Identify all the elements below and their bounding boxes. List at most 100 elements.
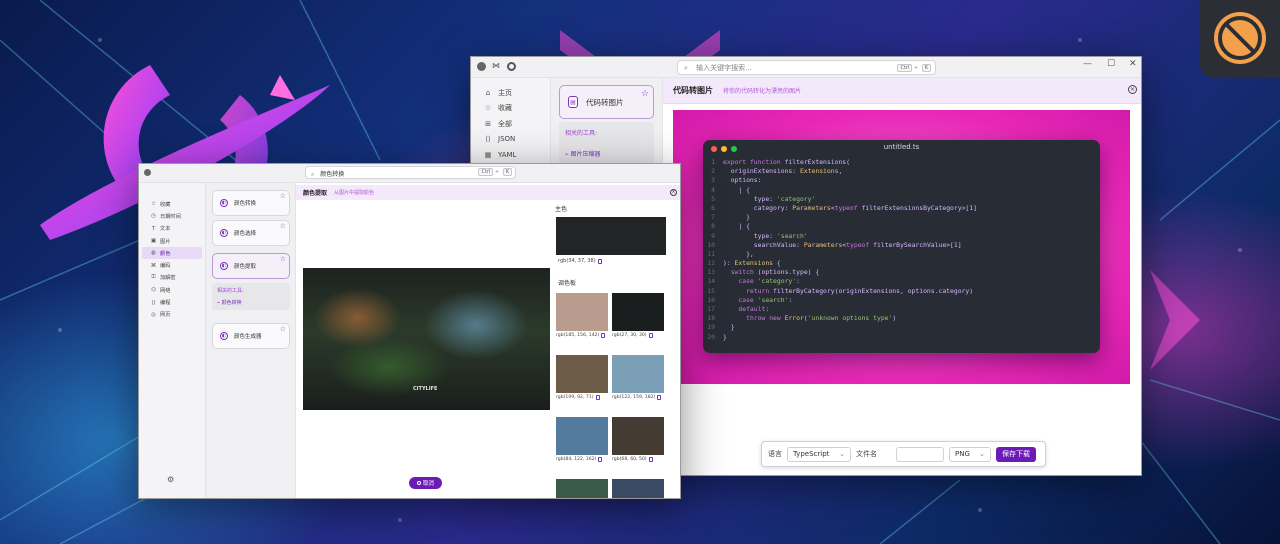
color-swatch[interactable] <box>612 293 664 331</box>
sidebar-item-code[interactable]: ⌘ 编码 <box>142 259 202 271</box>
code-text: default: <box>738 305 770 313</box>
wechat-icon[interactable] <box>144 169 151 176</box>
maximize-button[interactable]: ☐ <box>1107 59 1115 69</box>
search-icon: ⌕ <box>311 171 315 178</box>
search-input[interactable]: ⌕ 颜色转换 Ctrl + K <box>305 166 516 179</box>
json-icon: ⟨⟩ <box>485 135 491 144</box>
code-text: ): Extensions { <box>723 259 781 268</box>
palette-label: 调色板 <box>558 280 577 287</box>
sidebar-item-palette[interactable]: ◍ 颜色 <box>142 247 202 260</box>
titlebar: ⌕ 颜色转换 Ctrl + K <box>139 164 680 183</box>
close-button[interactable]: ✕ <box>1129 59 1137 69</box>
color-swatch[interactable] <box>556 417 608 455</box>
copy-icon[interactable] <box>648 333 653 338</box>
favorite-star-icon[interactable]: ☆ <box>280 192 286 200</box>
settings-icon[interactable]: ⚙ <box>167 475 174 484</box>
tool-card-2[interactable]: ◐ 颜色选择 ☆ <box>212 220 290 246</box>
copy-icon[interactable] <box>657 395 662 400</box>
code-line: 14 case 'category': <box>707 277 800 286</box>
sidebar-item-text[interactable]: T 文本 <box>142 223 202 235</box>
format-select[interactable]: PNG ⌄ <box>949 446 991 462</box>
sidebar-item-web[interactable]: ◎ 网页 <box>142 309 202 321</box>
tool-card-1[interactable]: ◐ 颜色转换 ☆ <box>212 190 290 216</box>
color-swatch[interactable] <box>612 355 664 393</box>
wechat-icon[interactable] <box>477 62 486 71</box>
sidebar-item-star[interactable]: ☆ 收藏 <box>142 198 202 210</box>
sidebar-item-calendar[interactable]: ◷ 日期时间 <box>142 210 202 222</box>
color-swatch[interactable] <box>556 355 608 393</box>
sidebar-item-network[interactable]: ⌬ 网络 <box>142 284 202 296</box>
source-image[interactable]: CITYLIFE <box>303 268 550 410</box>
code-text: originExtensions: Extensions, <box>723 167 843 176</box>
palette-item[interactable]: rgb(68, 60, 50) <box>612 417 664 462</box>
favorite-star-icon[interactable]: ☆ <box>280 325 286 333</box>
color-swatch[interactable] <box>612 479 664 498</box>
color-extract-window: ⌕ 颜色转换 Ctrl + K ☆ 收藏 ◷ 日期时间 T 文本 ▣ 图片 ◍ 颜色 ⌘ 编码 ⚿ 加解密… <box>138 163 681 499</box>
color-value: rgb(84, 122, 162) <box>556 457 608 462</box>
code-text: case 'category': <box>738 277 800 286</box>
filename-input[interactable] <box>896 446 944 462</box>
palette-item[interactable]: rgb(84, 122, 162) <box>556 417 608 462</box>
code-text: options: <box>723 176 762 185</box>
main-color-swatch[interactable] <box>556 217 666 255</box>
minimize-button[interactable]: — <box>1083 59 1092 69</box>
info-icon[interactable]: × <box>670 189 677 196</box>
palette-item[interactable] <box>556 479 608 498</box>
tool-card-4[interactable]: ◐ 颜色生成器 ☆ <box>212 323 290 349</box>
code-line: 12): Extensions { <box>707 259 781 268</box>
sidebar-item-grid[interactable]: ⊞ 全部 <box>471 116 550 132</box>
search-icon: ⌕ <box>684 64 688 72</box>
code-line: 6 category: Parameters<typeof filterExte… <box>711 203 977 212</box>
copy-icon[interactable] <box>597 258 602 264</box>
web-icon: ◎ <box>151 311 156 318</box>
star-icon: ☆ <box>151 201 156 208</box>
sidebar-item-star[interactable]: ☆ 收藏 <box>471 101 550 117</box>
code-image-preview: untitled.ts 1 export function filterExten… <box>673 110 1130 384</box>
corner-badge <box>1200 0 1280 78</box>
tool-card-code-to-image[interactable]: ▤ 代码转图片 ☆ <box>559 85 654 119</box>
filename-label: 文件名 <box>856 450 877 458</box>
page-header: 颜色提取 从图片中提取颜色 × <box>296 185 680 200</box>
sidebar-item-formatter[interactable]: ⚿ 加解密 <box>142 272 202 284</box>
palette-item[interactable]: rgb(122, 159, 182) <box>612 355 664 400</box>
save-download-button[interactable]: 保存下载 <box>996 446 1036 462</box>
sidebar-item-yaml[interactable]: ▦ YAML <box>471 147 550 163</box>
related-tool-image-compressor[interactable]: ⌁ 图片压缩器 <box>565 149 648 158</box>
code-text: } <box>723 213 750 222</box>
main-color-label: 主色 <box>555 206 568 213</box>
copy-icon[interactable] <box>601 333 606 338</box>
favorite-star-icon[interactable]: ☆ <box>641 89 649 99</box>
share-icon[interactable]: ⋈ <box>492 61 500 70</box>
favorite-star-icon[interactable]: ☆ <box>280 222 286 230</box>
code-editor[interactable]: 1 export function filterExtensions(2 orig… <box>703 158 1100 342</box>
code-text: type: 'category' <box>723 194 816 203</box>
page-header: 代码转图片 将你的代码转化为漂亮的图片 × <box>663 78 1141 104</box>
color-swatch[interactable] <box>612 417 664 455</box>
favorite-star-icon[interactable]: ☆ <box>280 255 286 263</box>
sidebar-item-json[interactable]: ⟨⟩ JSON <box>471 132 550 148</box>
palette-item[interactable]: rgb(27, 30, 30) <box>612 293 664 338</box>
palette-item[interactable] <box>612 479 664 498</box>
language-select[interactable]: TypeScript ⌄ <box>787 446 851 462</box>
color-swatch[interactable] <box>556 293 608 331</box>
color-swatch[interactable] <box>556 479 608 498</box>
tool-card-3[interactable]: ◐ 颜色提取 ☆ <box>212 253 290 279</box>
palette-icon: ◐ <box>220 262 228 270</box>
info-icon[interactable]: × <box>1128 85 1137 94</box>
github-icon[interactable] <box>507 62 516 71</box>
sidebar-item-home[interactable]: ⌂ 主页 <box>471 85 550 101</box>
cancel-button[interactable]: 取消 <box>409 477 442 489</box>
copy-icon[interactable] <box>595 395 600 400</box>
palette-item[interactable]: rgb(185, 156, 142) <box>556 293 608 338</box>
code-text: switch (options.type) { <box>730 268 820 277</box>
copy-icon[interactable] <box>598 457 603 462</box>
palette-item[interactable]: rgb(109, 92, 71) <box>556 355 608 400</box>
sidebar-item-dev[interactable]: ⟨⟩ 编程 <box>142 296 202 308</box>
copy-icon[interactable] <box>648 457 653 462</box>
related-tool-color-convert[interactable]: ⌁ 颜色转换 <box>217 299 285 306</box>
code-line: 1 export function filterExtensions( <box>711 158 850 166</box>
language-label: 语言 <box>768 450 782 458</box>
sidebar-item-image[interactable]: ▣ 图片 <box>142 235 202 247</box>
code-text: category: Parameters<typeof filterExtens… <box>723 203 977 212</box>
search-input[interactable]: ⌕ 输入关键字搜索... Ctrl + K <box>677 60 936 75</box>
